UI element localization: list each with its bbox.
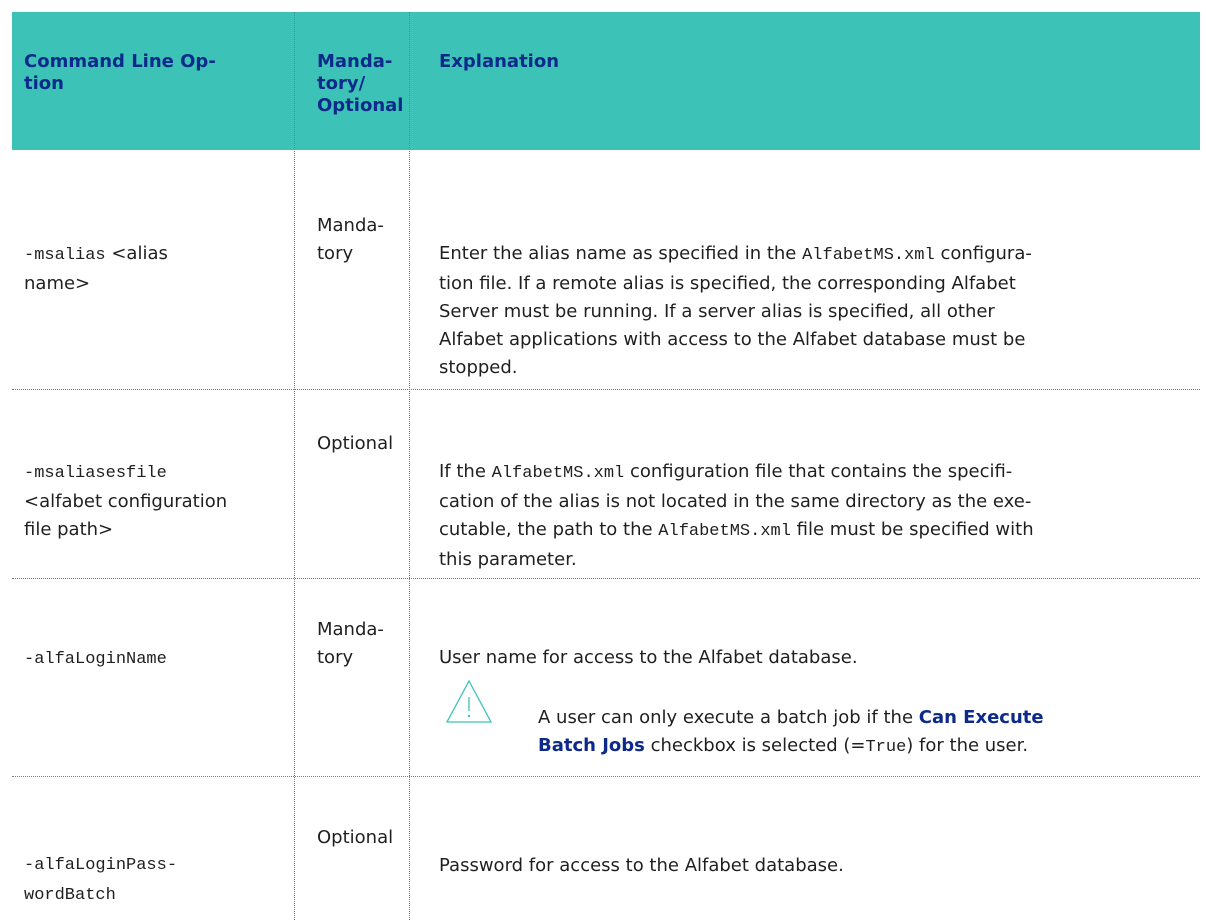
note-text: checkbox is selected (=	[644, 735, 866, 756]
option-code: -msalias	[24, 246, 106, 265]
explanation-text: User name for access to the Alfabet data…	[439, 647, 858, 668]
table-row: -msalias <alias name>	[24, 212, 284, 298]
option-code: -alfaLoginName	[24, 650, 167, 669]
code-filename: AlfabetMS.xml	[658, 522, 791, 541]
table-row: -msaliasesfile <alfabet configuration fi…	[24, 430, 284, 544]
table-row: -alfaLoginPass- wordBatch	[24, 822, 284, 910]
explanation: Enter the alias name as specified in the…	[439, 212, 1199, 382]
options-table: Command Line Op- tion Manda- tory/ Optio…	[12, 12, 1200, 920]
explanation-text: Enter the alias name as specified in the	[439, 243, 803, 264]
row-divider	[12, 578, 1200, 579]
code-filename: AlfabetMS.xml	[802, 246, 935, 265]
note-text: A user can only execute a batch job if t…	[538, 707, 919, 728]
table-header: Command Line Op- tion Manda- tory/ Optio…	[12, 12, 1200, 150]
table-row: -alfaLoginName	[24, 616, 284, 674]
explanation: If the AlfabetMS.xml configuration file …	[439, 430, 1199, 574]
warning-note: A user can only execute a batch job if t…	[538, 676, 1198, 762]
option-code: -msaliasesfile	[24, 464, 167, 483]
required-flag: Manda- tory	[317, 215, 384, 264]
row-divider	[12, 776, 1200, 777]
code-filename: AlfabetMS.xml	[491, 464, 625, 483]
explanation: Password for access to the Alfabet datab…	[439, 824, 1199, 880]
required-flag: Manda- tory	[317, 619, 384, 668]
explanation-text: Password for access to the Alfabet datab…	[439, 855, 844, 876]
column-divider	[294, 12, 295, 920]
warning-triangle-icon	[445, 679, 493, 725]
note-text: ) for the user.	[906, 735, 1029, 756]
header-command-line-option: Command Line Op- tion	[24, 51, 216, 94]
option-code: -alfaLoginPass- wordBatch	[24, 856, 178, 905]
required-flag: Optional	[317, 433, 394, 454]
column-divider	[409, 12, 410, 920]
note-code: True	[865, 738, 907, 757]
row-divider	[12, 389, 1200, 390]
explanation-text: If the	[439, 461, 492, 482]
header-mandatory-optional: Manda- tory/ Optional	[317, 51, 404, 116]
explanation: User name for access to the Alfabet data…	[439, 616, 1199, 672]
required-flag: Optional	[317, 827, 394, 848]
option-text: <alfabet configuration file path>	[24, 491, 228, 540]
header-explanation: Explanation	[439, 51, 560, 72]
